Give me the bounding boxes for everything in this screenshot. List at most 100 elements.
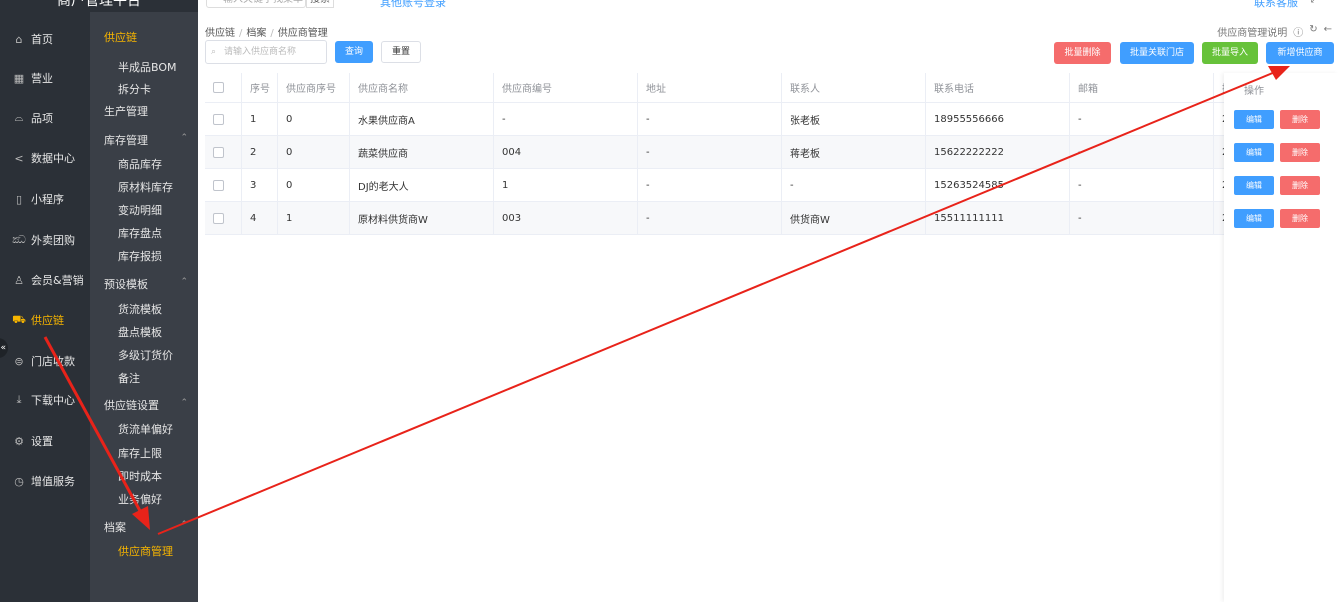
subnav-group[interactable]: 生产管理 bbox=[104, 103, 148, 119]
table-row: 30DJ的老大人1--15263524585-2 bbox=[205, 169, 1338, 202]
table-header: 序号 供应商序号 供应商名称 供应商编号 地址 联系人 联系电话 邮箱 操作 bbox=[205, 73, 1338, 103]
operation-column: 操作 编辑 删除 编辑 删除 编辑 删除 编辑 删除 bbox=[1224, 73, 1338, 602]
chevron-up-icon: ⌃ bbox=[180, 277, 188, 287]
table-cell-email: - bbox=[1069, 169, 1213, 201]
nav-label: 会员&营销 bbox=[31, 274, 84, 287]
nav-item-delivery[interactable]: ඣ 外卖团购 bbox=[0, 229, 90, 251]
row-checkbox[interactable] bbox=[213, 179, 224, 191]
nav-item-download[interactable]: ⤓ 下载中心 bbox=[0, 389, 90, 411]
subnav-group[interactable]: 供应链设置 bbox=[104, 397, 159, 413]
nav-item-value-added[interactable]: ◷ 增值服务 bbox=[0, 470, 90, 492]
nav-label: 增值服务 bbox=[31, 475, 75, 488]
delete-button[interactable]: 删除 bbox=[1280, 209, 1320, 228]
subnav-item-supplier-management[interactable]: 供应商管理 bbox=[118, 543, 173, 559]
table-cell-name: 原材料供货商W bbox=[349, 202, 493, 234]
table-cell-email: - bbox=[1069, 202, 1213, 234]
refresh-icon[interactable]: ↻ bbox=[1309, 24, 1317, 39]
user-icon: ♙ bbox=[14, 273, 24, 287]
subnav-group[interactable]: 档案 bbox=[104, 519, 126, 535]
table-cell-email: - bbox=[1069, 136, 1213, 168]
other-login-link[interactable]: 其他账号登录 bbox=[380, 0, 446, 10]
subnav-group[interactable]: 预设模板 bbox=[104, 276, 148, 292]
select-all-checkbox[interactable] bbox=[213, 82, 224, 93]
batch-import-button[interactable]: 批量导入 bbox=[1202, 42, 1258, 64]
subnav-item[interactable]: 拆分卡 bbox=[118, 81, 151, 97]
table-cell-seq: 0 bbox=[277, 103, 349, 135]
clock-icon: ◷ bbox=[14, 474, 24, 488]
row-checkbox[interactable] bbox=[213, 146, 224, 158]
subnav-item[interactable]: 库存报损 bbox=[118, 248, 162, 264]
row-checkbox[interactable] bbox=[213, 113, 224, 125]
bag-icon: ⌓ bbox=[14, 111, 24, 124]
subnav-item[interactable]: 即时成本 bbox=[118, 468, 162, 484]
subnav-item[interactable]: 业务偏好 bbox=[118, 491, 162, 507]
subnav-item[interactable]: 货流单偏好 bbox=[118, 421, 173, 437]
subnav-group[interactable]: 库存管理 bbox=[104, 132, 148, 148]
subnav-item[interactable]: 原材料库存 bbox=[118, 179, 173, 195]
breadcrumb-separator: / bbox=[239, 28, 243, 39]
query-button[interactable]: 查询 bbox=[335, 41, 373, 63]
nav-item-member[interactable]: ♙ 会员&营销 bbox=[0, 269, 90, 291]
edit-button[interactable]: 编辑 bbox=[1234, 209, 1274, 228]
table-cell-name: 蔬菜供应商 bbox=[349, 136, 493, 168]
subnav-item[interactable]: 变动明细 bbox=[118, 202, 162, 218]
secondary-sidebar: 供应链 半成品BOM 拆分卡 生产管理 库存管理 ⌃ 商品库存 原材料库存 变动… bbox=[90, 0, 198, 602]
help-link[interactable]: 供应商管理说明 bbox=[1217, 24, 1287, 39]
row-select-cell bbox=[205, 202, 241, 234]
delete-button[interactable]: 删除 bbox=[1280, 143, 1320, 162]
delete-button[interactable]: 删除 bbox=[1280, 110, 1320, 129]
subnav-item[interactable]: 库存盘点 bbox=[118, 225, 162, 241]
edit-button[interactable]: 编辑 bbox=[1234, 110, 1274, 129]
section-title: 供应链 bbox=[104, 31, 137, 44]
row-checkbox[interactable] bbox=[213, 212, 224, 224]
subnav-item[interactable]: 货流模板 bbox=[118, 301, 162, 317]
nav-item-settings[interactable]: ⚙ 设置 bbox=[0, 430, 90, 452]
table-cell-name: 水果供应商A bbox=[349, 103, 493, 135]
contact-support-link[interactable]: 联系客服 bbox=[1254, 0, 1298, 10]
subnav-item[interactable]: 库存上限 bbox=[118, 445, 162, 461]
nav-item-data-center[interactable]: < 数据中心 bbox=[0, 147, 90, 169]
breadcrumb-item[interactable]: 档案 bbox=[246, 28, 266, 39]
nav-item-products[interactable]: ⌓ 品项 bbox=[0, 107, 90, 129]
menu-search-input[interactable]: 输入关键字找菜单 bbox=[206, 0, 306, 8]
edit-button[interactable]: 编辑 bbox=[1234, 143, 1274, 162]
subnav-item[interactable]: 商品库存 bbox=[118, 156, 162, 172]
question-icon[interactable]: ⓘ bbox=[1293, 24, 1303, 39]
delete-button[interactable]: 删除 bbox=[1280, 176, 1320, 195]
breadcrumb-item: 供应商管理 bbox=[277, 28, 328, 39]
chevron-up-icon: ⌃ bbox=[180, 520, 188, 530]
table-cell-phone: 18955556666 bbox=[925, 103, 1069, 135]
subnav-item[interactable]: 备注 bbox=[118, 370, 140, 386]
bike-icon: ඣ bbox=[12, 233, 26, 246]
fullscreen-icon[interactable]: ⤢ ⋯ bbox=[1311, 0, 1332, 5]
batch-link-store-button[interactable]: 批量关联门店 bbox=[1120, 42, 1194, 64]
edit-button[interactable]: 编辑 bbox=[1234, 176, 1274, 195]
menu-search-button[interactable]: 搜索 bbox=[306, 0, 334, 8]
nav-item-miniprogram[interactable]: ▯ 小程序 bbox=[0, 188, 90, 210]
table-cell-contact: 蒋老板 bbox=[781, 136, 925, 168]
nav-item-supply-chain[interactable]: ⛟ 供应链 bbox=[0, 309, 90, 331]
nav-item-business[interactable]: ▦ 营业 bbox=[0, 67, 90, 89]
batch-delete-button[interactable]: 批量删除 bbox=[1054, 42, 1111, 64]
brand-title: 商户管理平台 bbox=[0, 0, 198, 12]
reset-button[interactable]: 重置 bbox=[381, 41, 421, 63]
select-all-cell bbox=[205, 73, 241, 102]
column-header: 供应商序号 bbox=[277, 73, 349, 102]
nav-item-store-payment[interactable]: ⊜ 门店收款 bbox=[0, 350, 90, 372]
add-supplier-button[interactable]: 新增供应商 bbox=[1266, 42, 1334, 64]
table-cell-address: - bbox=[637, 202, 781, 234]
table-cell-phone: 15263524585 bbox=[925, 169, 1069, 201]
breadcrumb: 供应链 / 档案 / 供应商管理 bbox=[205, 24, 328, 39]
table-row: 41原材料供货商W003-供货商W15511111111-2 bbox=[205, 202, 1338, 235]
subnav-item[interactable]: 多级订货价 bbox=[118, 347, 173, 363]
table-cell-index: 2 bbox=[241, 136, 277, 168]
back-arrow-icon[interactable]: ← bbox=[1324, 24, 1332, 39]
subnav-item[interactable]: 半成品BOM bbox=[118, 59, 177, 75]
subnav-item[interactable]: 盘点模板 bbox=[118, 324, 162, 340]
nav-item-home[interactable]: ⌂ 首页 bbox=[0, 28, 90, 50]
breadcrumb-item[interactable]: 供应链 bbox=[205, 28, 235, 39]
table-cell-contact: 张老板 bbox=[781, 103, 925, 135]
table-cell-seq: 1 bbox=[277, 202, 349, 234]
supplier-name-search-input[interactable]: ⌕ 请输入供应商名称 bbox=[205, 40, 327, 64]
home-icon: ⌂ bbox=[15, 32, 23, 46]
